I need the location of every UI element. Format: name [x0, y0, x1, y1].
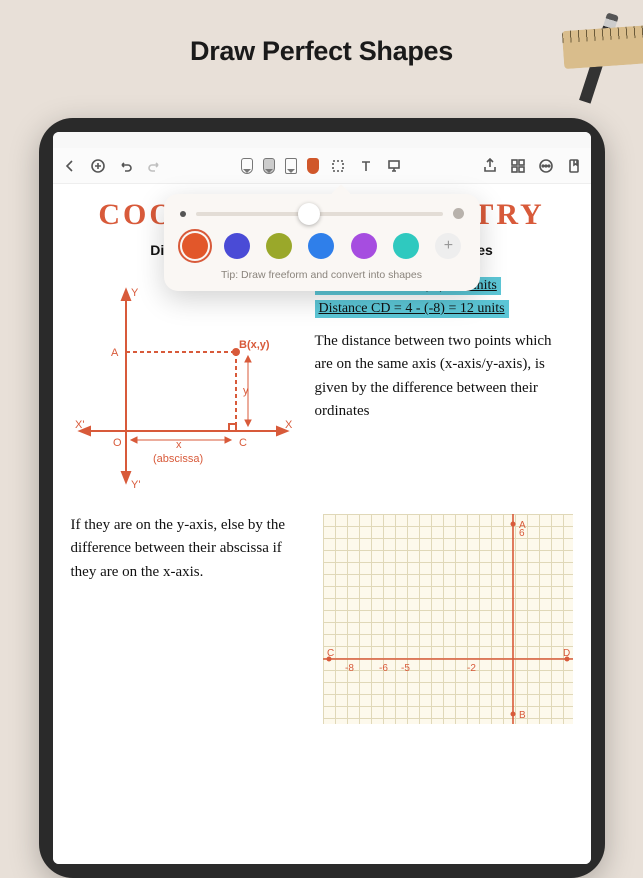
svg-text:B: B [519, 710, 526, 721]
swatch-purple[interactable] [351, 233, 377, 259]
more-button[interactable] [537, 157, 555, 175]
paragraph-2: If they are on the y-axis, else by the d… [71, 514, 309, 724]
svg-text:6: 6 [519, 528, 525, 539]
ipad-frame: COORDINATE GEOMETRY Distance Between Two… [39, 118, 605, 878]
svg-text:(abscissa): (abscissa) [153, 453, 203, 465]
svg-text:-5: -5 [401, 663, 410, 674]
new-button[interactable] [89, 157, 107, 175]
coordinate-diagram: Y Y' X X' O A B(x,y) C x y (abscissa) [71, 276, 301, 506]
thickness-min-icon [180, 211, 186, 217]
swatch-blue[interactable] [308, 233, 334, 259]
svg-text:O: O [113, 437, 122, 449]
pen-tool-1[interactable] [241, 158, 253, 174]
svg-text:x: x [176, 439, 182, 451]
color-swatches [180, 233, 464, 259]
paragraph-1: The distance between two points which ar… [315, 330, 573, 423]
pen-tool-2[interactable] [263, 158, 275, 174]
lasso-tool[interactable] [329, 157, 347, 175]
svg-text:Y: Y [131, 287, 139, 299]
shape-tool-popover: Tip: Draw freeform and convert into shap… [164, 194, 480, 291]
highlighter-tool[interactable] [285, 158, 297, 174]
svg-text:-8: -8 [345, 663, 354, 674]
svg-text:X': X' [75, 419, 84, 431]
bookmark-button[interactable] [565, 157, 583, 175]
screen: COORDINATE GEOMETRY Distance Between Two… [53, 132, 591, 864]
swatch-teal[interactable] [393, 233, 419, 259]
swatch-red[interactable] [182, 233, 208, 259]
svg-text:C: C [239, 437, 247, 449]
text-tool[interactable] [357, 157, 375, 175]
thickness-slider[interactable] [196, 212, 443, 216]
popover-tip-text: Tip: Draw freeform and convert into shap… [180, 269, 464, 281]
app-toolbar [53, 148, 591, 184]
grid-button[interactable] [509, 157, 527, 175]
swatch-olive[interactable] [266, 233, 292, 259]
shape-tool[interactable] [307, 158, 319, 174]
highlight-2: Distance CD = 4 - (-8) = 12 units [315, 300, 509, 318]
graph-paper: A 6 B C D -8 -6 -5 -2 [323, 514, 573, 724]
presentation-tool[interactable] [385, 157, 403, 175]
undo-button[interactable] [117, 157, 135, 175]
svg-text:Y': Y' [131, 479, 140, 491]
svg-text:-6: -6 [379, 663, 388, 674]
svg-text:A: A [111, 347, 119, 359]
desk-ruler [562, 25, 643, 69]
promo-heading: Draw Perfect Shapes [0, 0, 643, 67]
swatch-indigo[interactable] [224, 233, 250, 259]
status-bar [53, 132, 591, 148]
slider-thumb[interactable] [298, 203, 320, 225]
redo-button[interactable] [145, 157, 163, 175]
svg-text:X: X [285, 419, 293, 431]
swatch-add[interactable] [435, 233, 461, 259]
thickness-max-icon [453, 208, 464, 219]
svg-text:-2: -2 [467, 663, 476, 674]
back-button[interactable] [61, 157, 79, 175]
svg-text:B(x,y): B(x,y) [239, 339, 270, 351]
share-button[interactable] [481, 157, 499, 175]
